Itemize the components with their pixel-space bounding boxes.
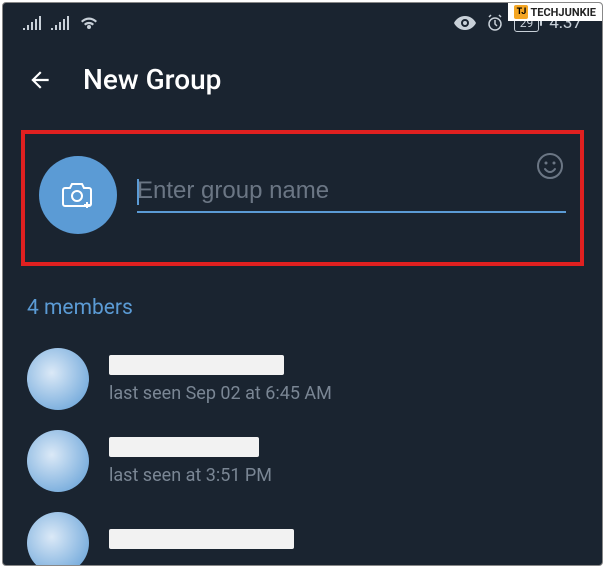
watermark-badge: TJ TECHJUNKIE: [508, 3, 602, 21]
signal-icon-2: [51, 16, 69, 30]
avatar: [27, 512, 89, 566]
signal-icon: [23, 16, 41, 30]
emoji-button[interactable]: [536, 152, 564, 180]
back-button[interactable]: [27, 67, 53, 93]
group-name-input[interactable]: [137, 177, 566, 205]
app-header: New Group: [3, 43, 602, 110]
eye-icon: [454, 16, 476, 30]
member-name-redacted: [109, 355, 284, 375]
members-count: 4 members: [27, 296, 578, 320]
member-row[interactable]: last seen at 3:51 PM: [27, 420, 578, 502]
alarm-icon: [486, 14, 504, 32]
text-cursor: [137, 179, 139, 205]
page-title: New Group: [83, 63, 221, 96]
member-last-seen: last seen at 3:51 PM: [109, 465, 578, 486]
avatar: [27, 430, 89, 492]
avatar: [27, 348, 89, 410]
member-row[interactable]: [27, 502, 578, 566]
watermark-logo: TJ: [514, 5, 528, 19]
add-photo-button[interactable]: [39, 156, 117, 234]
members-section: 4 members last seen Sep 02 at 6:45 AM la…: [3, 266, 602, 566]
member-name-redacted: [109, 529, 294, 549]
watermark-text: TECHJUNKIE: [530, 6, 596, 19]
group-name-section: [21, 130, 584, 266]
member-row[interactable]: last seen Sep 02 at 6:45 AM: [27, 338, 578, 420]
member-name-redacted: [109, 437, 259, 457]
wifi-icon: [79, 15, 99, 31]
member-last-seen: last seen Sep 02 at 6:45 AM: [109, 383, 578, 404]
camera-icon: [61, 180, 95, 210]
